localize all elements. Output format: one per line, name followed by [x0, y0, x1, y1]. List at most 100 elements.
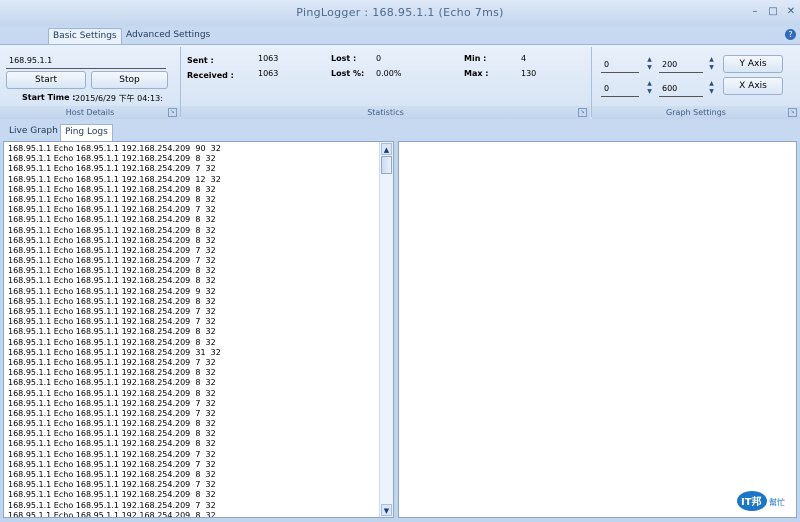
- log-line: 168.95.1.1 Echo 168.95.1.1 192.168.254.2…: [8, 225, 216, 235]
- x-max-spinner[interactable]: ▲ ▼: [707, 80, 716, 96]
- scroll-up-icon[interactable]: ▲: [381, 143, 392, 155]
- log-line: 168.95.1.1 Echo 168.95.1.1 192.168.254.2…: [8, 184, 216, 194]
- log-line: 168.95.1.1 Echo 168.95.1.1 192.168.254.2…: [8, 439, 216, 449]
- log-line: 168.95.1.1 Echo 168.95.1.1 192.168.254.2…: [8, 194, 216, 204]
- y-axis-button[interactable]: Y Axis: [723, 55, 783, 73]
- help-icon[interactable]: ?: [785, 29, 796, 40]
- log-line: 168.95.1.1 Echo 168.95.1.1 192.168.254.2…: [8, 296, 216, 306]
- log-line: 168.95.1.1 Echo 168.95.1.1 192.168.254.2…: [8, 245, 216, 255]
- title-bar: PingLogger : 168.95.1.1 (Echo 7ms) – □ ✕: [0, 0, 800, 26]
- log-line: 168.95.1.1 Echo 168.95.1.1 192.168.254.2…: [8, 164, 216, 174]
- lost-label: Lost :: [331, 54, 357, 63]
- log-line: 168.95.1.1 Echo 168.95.1.1 192.168.254.2…: [8, 205, 216, 215]
- minimize-icon[interactable]: –: [748, 6, 762, 18]
- received-value: 1063: [258, 69, 279, 78]
- log-line: 168.95.1.1 Echo 168.95.1.1 192.168.254.2…: [8, 470, 216, 479]
- graph-panel: IT邦 幫忙: [398, 141, 797, 518]
- log-line: 168.95.1.1 Echo 168.95.1.1 192.168.254.2…: [8, 174, 221, 184]
- close-icon[interactable]: ✕: [784, 6, 798, 18]
- graph-settings-launcher-icon[interactable]: ↘: [788, 108, 797, 117]
- x-min-input[interactable]: 0: [601, 81, 639, 97]
- log-line: 168.95.1.1 Echo 168.95.1.1 192.168.254.2…: [8, 286, 216, 296]
- logo-text: IT邦: [741, 495, 762, 508]
- graph-settings-group: 0 ▲ ▼ 200 ▲ ▼ Y Axis 0 ▲ ▼ 600 ▲ ▼ X Axis Gr…: [592, 45, 800, 119]
- window-title: PingLogger : 168.95.1.1 (Echo 7ms): [296, 6, 504, 19]
- start-time-value: 2015/6/29 下午 04:13:: [75, 94, 163, 103]
- x-min-spinner[interactable]: ▲ ▼: [645, 80, 654, 96]
- log-line: 168.95.1.1 Echo 168.95.1.1 192.168.254.2…: [8, 266, 216, 276]
- y-max-spinner[interactable]: ▲ ▼: [707, 56, 716, 72]
- log-line: 168.95.1.1 Echo 168.95.1.1 192.168.254.2…: [8, 235, 216, 245]
- sent-label: Sent :: [187, 56, 214, 65]
- graph-settings-label: Graph Settings: [592, 106, 800, 119]
- spin-down-icon[interactable]: ▼: [645, 88, 654, 96]
- maximize-icon[interactable]: □: [766, 6, 780, 18]
- log-line: 168.95.1.1 Echo 168.95.1.1 192.168.254.2…: [8, 449, 216, 459]
- log-line: 168.95.1.1 Echo 168.95.1.1 192.168.254.2…: [8, 378, 216, 388]
- tab-advanced-settings[interactable]: Advanced Settings: [122, 28, 214, 44]
- y-min-spinner[interactable]: ▲ ▼: [645, 56, 654, 72]
- y-max-input[interactable]: 200: [659, 57, 703, 73]
- host-details-label: Host Details: [0, 106, 180, 119]
- start-time-label: Start Time :: [22, 93, 76, 102]
- host-details-launcher-icon[interactable]: ↘: [168, 108, 177, 117]
- max-value: 130: [521, 69, 537, 78]
- spin-up-icon[interactable]: ▲: [645, 80, 654, 88]
- y-min-input[interactable]: 0: [601, 57, 639, 73]
- log-line: 168.95.1.1 Echo 168.95.1.1 192.168.254.2…: [8, 154, 216, 164]
- ribbon-panel: 168.95.1.1 Start Stop Start Time : 2015/…: [0, 44, 800, 120]
- spin-down-icon[interactable]: ▼: [707, 64, 716, 72]
- min-label: Min :: [464, 54, 487, 63]
- max-label: Max :: [464, 69, 489, 78]
- log-scrollbar[interactable]: ▲ ▼: [379, 142, 393, 517]
- statistics-group: Sent : 1063 Received : 1063 Lost : 0 Los…: [181, 45, 590, 119]
- log-line: 168.95.1.1 Echo 168.95.1.1 192.168.254.2…: [8, 429, 216, 439]
- scroll-thumb[interactable]: [381, 156, 392, 174]
- log-line: 168.95.1.1 Echo 168.95.1.1 192.168.254.2…: [8, 357, 216, 367]
- ribbon-tab-bar: Basic Settings Advanced Settings: [0, 26, 800, 45]
- log-line: 168.95.1.1 Echo 168.95.1.1 192.168.254.2…: [8, 500, 216, 510]
- statistics-launcher-icon[interactable]: ↘: [578, 108, 587, 117]
- start-button[interactable]: Start: [6, 71, 86, 89]
- log-line: 168.95.1.1 Echo 168.95.1.1 192.168.254.2…: [8, 408, 216, 418]
- lost-percent-label: Lost %:: [331, 69, 365, 78]
- ping-log-list: 168.95.1.1 Echo 168.95.1.1 192.168.254.2…: [8, 144, 378, 518]
- log-line: 168.95.1.1 Echo 168.95.1.1 192.168.254.2…: [8, 276, 216, 286]
- spin-up-icon[interactable]: ▲: [707, 56, 716, 64]
- sent-value: 1063: [258, 54, 279, 63]
- x-max-input[interactable]: 600: [659, 81, 703, 97]
- log-line: 168.95.1.1 Echo 168.95.1.1 192.168.254.2…: [8, 215, 216, 225]
- log-line: 168.95.1.1 Echo 168.95.1.1 192.168.254.2…: [8, 419, 216, 429]
- log-line: 168.95.1.1 Echo 168.95.1.1 192.168.254.2…: [8, 459, 216, 469]
- log-line: 168.95.1.1 Echo 168.95.1.1 192.168.254.2…: [8, 490, 216, 500]
- received-label: Received :: [187, 71, 234, 80]
- lost-value: 0: [376, 54, 382, 63]
- ping-log-panel[interactable]: 168.95.1.1 Echo 168.95.1.1 192.168.254.2…: [3, 141, 394, 518]
- x-axis-button[interactable]: X Axis: [723, 77, 783, 95]
- log-line: 168.95.1.1 Echo 168.95.1.1 192.168.254.2…: [8, 307, 216, 316]
- tab-basic-settings[interactable]: Basic Settings: [48, 28, 122, 45]
- log-line: 168.95.1.1 Echo 168.95.1.1 192.168.254.2…: [8, 347, 221, 357]
- log-line: 168.95.1.1 Echo 168.95.1.1 192.168.254.2…: [8, 510, 216, 518]
- host-details-group: 168.95.1.1 Start Stop Start Time : 2015/…: [0, 45, 180, 119]
- log-line: 168.95.1.1 Echo 168.95.1.1 192.168.254.2…: [8, 337, 216, 347]
- log-line: 168.95.1.1 Echo 168.95.1.1 192.168.254.2…: [8, 368, 216, 378]
- statistics-label: Statistics: [181, 106, 590, 119]
- tab-ping-logs[interactable]: Ping Logs: [60, 124, 113, 141]
- host-ip-input[interactable]: 168.95.1.1: [6, 53, 166, 69]
- log-line: 168.95.1.1 Echo 168.95.1.1 192.168.254.2…: [8, 480, 216, 490]
- spin-up-icon[interactable]: ▲: [707, 80, 716, 88]
- tab-live-graph[interactable]: Live Graph: [5, 124, 62, 140]
- spin-up-icon[interactable]: ▲: [645, 56, 654, 64]
- spin-down-icon[interactable]: ▼: [707, 88, 716, 96]
- log-line: 168.95.1.1 Echo 168.95.1.1 192.168.254.2…: [8, 256, 216, 266]
- view-tab-bar: Live Graph Ping Logs: [0, 119, 800, 141]
- logo-subtext: 幫忙: [769, 497, 785, 507]
- spin-down-icon[interactable]: ▼: [645, 64, 654, 72]
- lost-percent-value: 0.00%: [376, 69, 402, 78]
- stop-button[interactable]: Stop: [91, 71, 168, 89]
- log-line: 168.95.1.1 Echo 168.95.1.1 192.168.254.2…: [8, 388, 216, 398]
- scroll-down-icon[interactable]: ▼: [381, 504, 392, 516]
- min-value: 4: [521, 54, 527, 63]
- log-line: 168.95.1.1 Echo 168.95.1.1 192.168.254.2…: [8, 317, 216, 327]
